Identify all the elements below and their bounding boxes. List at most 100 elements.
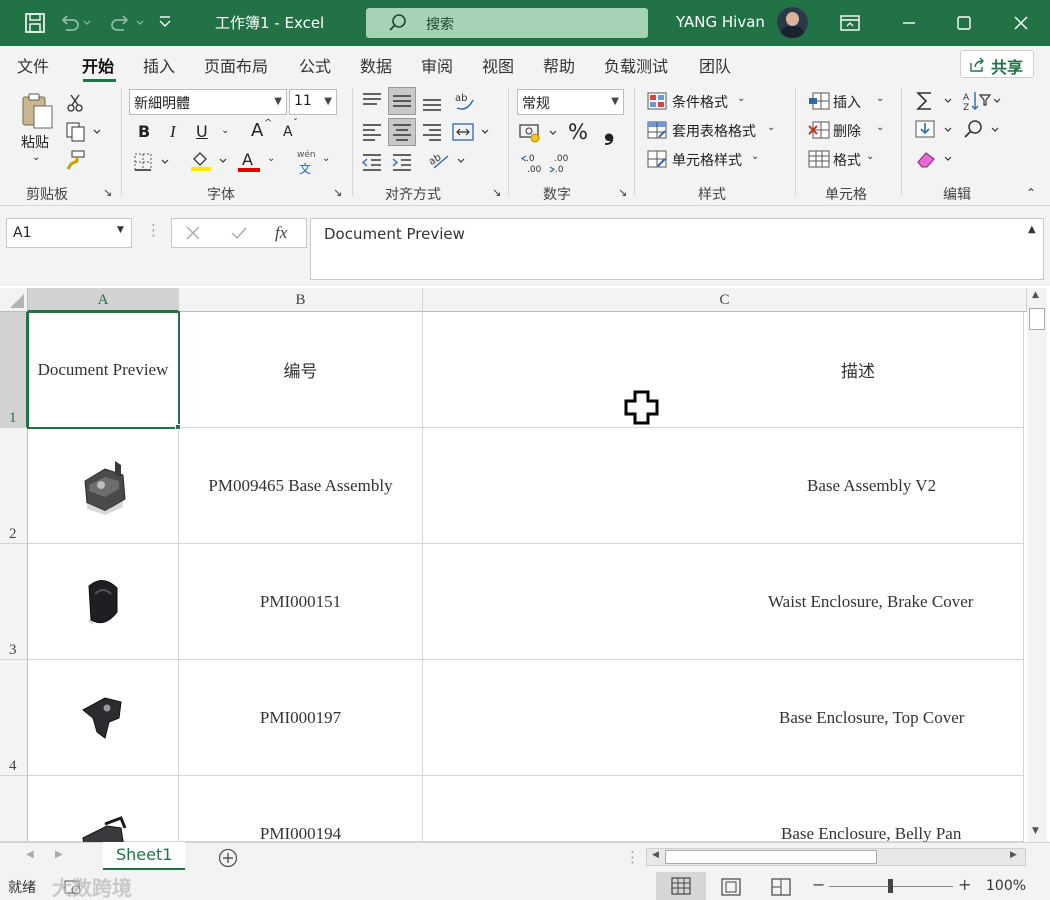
sort-filter-icon[interactable]: AZ [962, 90, 1004, 112]
format-cells-button[interactable]: 格式 [833, 150, 861, 170]
bold-button[interactable]: B [138, 122, 150, 141]
increase-indent-icon[interactable] [390, 152, 414, 172]
cell-a3[interactable] [28, 544, 179, 660]
page-break-view-icon[interactable] [770, 878, 792, 896]
merge-center-icon[interactable] [452, 122, 492, 142]
tab-team[interactable]: 团队 [699, 53, 731, 77]
tab-page-layout[interactable]: 页面布局 [204, 53, 268, 77]
tab-home[interactable]: 开始 [82, 53, 114, 77]
underline-dropdown-icon[interactable]: ⌄ [221, 125, 229, 136]
cell-b1[interactable]: 编号 [179, 312, 423, 428]
fill-color-icon[interactable] [190, 150, 230, 172]
phonetic-top[interactable]: wén [297, 150, 316, 160]
copy-icon[interactable] [66, 122, 102, 142]
cell-c2[interactable]: Base Assembly V2 [423, 428, 1024, 544]
minimize-icon[interactable] [900, 14, 918, 32]
grow-font-button[interactable]: A [251, 120, 263, 141]
cell-a5[interactable] [28, 776, 179, 854]
phonetic-dropdown-icon[interactable]: ⌄ [322, 153, 330, 164]
customize-toolbar-icon[interactable] [158, 14, 172, 30]
cancel-icon[interactable] [185, 225, 201, 241]
align-top-icon[interactable] [360, 90, 384, 112]
tab-split-handle-icon[interactable]: ⋮ [625, 848, 640, 866]
tab-load-test[interactable]: 负载测试 [604, 53, 668, 77]
zoom-in-button[interactable]: + [958, 875, 971, 894]
page-layout-view-icon[interactable] [720, 878, 742, 896]
previous-sheet-icon[interactable]: ◀ [26, 849, 34, 860]
column-header-c[interactable]: C [423, 288, 1027, 312]
scroll-down-icon[interactable]: ▼ [1032, 826, 1039, 836]
paste-button[interactable]: 粘贴 ⌄ [20, 92, 56, 163]
cell-b2[interactable]: PM009465 Base Assembly [179, 428, 423, 544]
clear-icon[interactable] [915, 148, 955, 170]
sheet-tab-sheet1[interactable]: Sheet1 [103, 842, 185, 870]
save-icon[interactable] [24, 12, 46, 34]
orientation-icon[interactable]: ab [453, 90, 477, 112]
row-header-4[interactable]: 4 [0, 660, 28, 776]
align-center-icon[interactable] [388, 118, 416, 146]
cell-c5[interactable]: Base Enclosure, Belly Pan [423, 776, 1024, 843]
fill-handle[interactable] [175, 424, 181, 430]
comma-style-button[interactable]: ❟ [604, 116, 614, 147]
cut-icon[interactable] [66, 94, 84, 112]
ribbon-display-options-icon[interactable] [840, 14, 860, 32]
percent-style-button[interactable]: % [568, 120, 588, 144]
vertical-scroll-thumb[interactable] [1029, 308, 1045, 330]
tab-insert[interactable]: 插入 [143, 53, 175, 77]
horizontal-scrollbar[interactable]: ◀ ▶ [646, 848, 1026, 866]
product-thumbnail-base-enclosure-top[interactable] [79, 692, 127, 744]
cell-styles-icon[interactable] [647, 150, 667, 168]
align-bottom-icon[interactable] [420, 92, 444, 114]
scroll-left-icon[interactable]: ◀ [652, 850, 659, 860]
paste-dropdown-icon[interactable]: ⌄ [32, 152, 40, 163]
column-header-a[interactable]: A [28, 288, 179, 312]
insert-function-button[interactable]: fx [275, 223, 287, 243]
cell-b3[interactable]: PMI000151 [179, 544, 423, 660]
font-size-select[interactable]: 11 ▼ [289, 89, 337, 115]
number-launcher-icon[interactable]: ↘ [618, 186, 627, 199]
cell-c3[interactable]: Waist Enclosure, Brake Cover [423, 544, 1024, 660]
autosum-icon[interactable] [915, 90, 955, 112]
scroll-up-icon[interactable]: ▲ [1032, 290, 1039, 300]
row-header-5[interactable] [0, 776, 28, 842]
alignment-launcher-icon[interactable]: ↘ [492, 186, 501, 199]
shrink-font-button[interactable]: A [283, 124, 293, 140]
number-format-select[interactable]: 常规 ▼ [517, 89, 624, 115]
cell-b4[interactable]: PMI000197 [179, 660, 423, 776]
cell-a4[interactable] [28, 660, 179, 776]
cell-a2[interactable] [28, 428, 179, 544]
fill-icon[interactable] [915, 119, 955, 141]
formula-input[interactable]: Document Preview ▲ [310, 218, 1044, 280]
user-name[interactable]: YANG Hivan [676, 13, 765, 31]
name-box[interactable]: A1 ▼ [6, 218, 132, 248]
phonetic-guide-button[interactable]: 文 [299, 160, 311, 177]
font-color-dropdown-icon[interactable]: ⌄ [267, 153, 275, 164]
underline-button[interactable]: U [196, 122, 208, 141]
collapse-formula-bar-icon[interactable]: ▲ [1028, 224, 1036, 235]
share-button[interactable]: 共享 [960, 50, 1034, 78]
tab-help[interactable]: 帮助 [543, 53, 575, 77]
avatar[interactable] [777, 7, 808, 38]
next-sheet-icon[interactable]: ▶ [55, 849, 63, 860]
close-icon[interactable] [1012, 14, 1030, 32]
align-middle-icon[interactable] [388, 87, 416, 115]
tab-review[interactable]: 审阅 [421, 53, 453, 77]
row-header-1[interactable]: 1 [0, 312, 28, 428]
delete-cells-icon[interactable] [808, 121, 830, 139]
insert-cells-icon[interactable] [808, 92, 830, 110]
delete-cells-button[interactable]: 删除 [833, 121, 861, 141]
align-left-icon[interactable] [360, 120, 384, 142]
italic-button[interactable]: I [170, 122, 176, 142]
tab-file[interactable]: 文件 [17, 53, 49, 77]
row-header-2[interactable]: 2 [0, 428, 28, 544]
format-as-table-button[interactable]: 套用表格格式 [672, 121, 756, 141]
horizontal-scroll-thumb[interactable] [665, 850, 877, 864]
more-options-icon[interactable]: ⋮ [146, 221, 161, 239]
scroll-right-icon[interactable]: ▶ [1010, 850, 1017, 860]
format-painter-icon[interactable] [66, 150, 86, 170]
cell-c1[interactable]: 描述 [423, 312, 1024, 428]
cell-c4[interactable]: Base Enclosure, Top Cover [423, 660, 1024, 776]
format-cells-icon[interactable] [808, 150, 830, 168]
tab-view[interactable]: 视图 [482, 53, 514, 77]
format-as-table-icon[interactable] [647, 121, 667, 139]
